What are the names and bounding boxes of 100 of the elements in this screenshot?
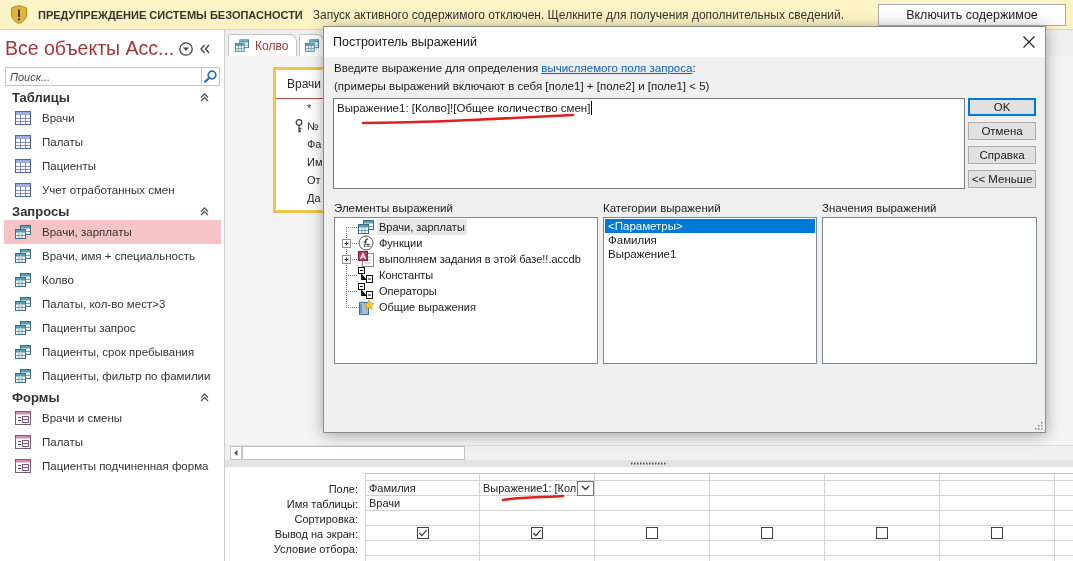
nav-item[interactable]: Пациенты bbox=[4, 154, 221, 178]
nav-item[interactable]: Врачи bbox=[4, 106, 221, 130]
tree-item[interactable]: Общие выражения bbox=[377, 299, 478, 315]
sort-input[interactable] bbox=[940, 511, 1055, 526]
criteria-input[interactable] bbox=[825, 541, 940, 556]
criteria-input[interactable] bbox=[710, 541, 825, 556]
categories-list[interactable]: <Параметры> Фамилия Выражение1 bbox=[603, 217, 817, 364]
collapse-pane-icon[interactable] bbox=[200, 43, 211, 54]
table-input[interactable] bbox=[480, 496, 595, 511]
nav-item[interactable]: Палаты, кол-во мест>3 bbox=[4, 292, 221, 316]
column-selector[interactable] bbox=[365, 473, 480, 481]
nav-item[interactable]: Учет отработанных смен bbox=[4, 178, 221, 202]
checkbox[interactable] bbox=[991, 527, 1003, 539]
dropdown-circle-icon[interactable] bbox=[179, 41, 194, 56]
nav-item[interactable]: Палаты bbox=[4, 430, 221, 454]
field-input[interactable] bbox=[710, 481, 825, 496]
search-icon[interactable] bbox=[201, 67, 220, 86]
checkbox[interactable] bbox=[876, 527, 888, 539]
nav-item[interactable]: Врачи, имя + специальность bbox=[4, 244, 221, 268]
field-name[interactable]: Да bbox=[307, 192, 321, 204]
field-input[interactable] bbox=[825, 481, 940, 496]
plus-box-icon[interactable] bbox=[342, 254, 351, 264]
tree-item[interactable]: выполняем задания в этой базе!!.accdb bbox=[377, 251, 583, 267]
search-field[interactable]: Поиск... bbox=[5, 67, 201, 86]
scrollbar-thumb[interactable] bbox=[242, 446, 465, 460]
criteria-input[interactable] bbox=[480, 541, 595, 556]
collapse-group-icon[interactable] bbox=[200, 392, 209, 402]
group-header[interactable]: Запросы bbox=[12, 203, 70, 219]
sort-input[interactable] bbox=[825, 511, 940, 526]
field-input[interactable] bbox=[595, 481, 710, 496]
splitter-grip-icon[interactable] bbox=[631, 462, 667, 465]
table-input[interactable]: Врачи bbox=[365, 496, 480, 511]
sort-input[interactable] bbox=[595, 511, 710, 526]
category-item[interactable]: Выражение1 bbox=[605, 247, 815, 261]
tree-item[interactable]: Операторы bbox=[377, 283, 439, 299]
checkbox[interactable] bbox=[531, 527, 543, 539]
form-icon bbox=[15, 459, 31, 473]
table-input[interactable] bbox=[595, 496, 710, 511]
field-input[interactable] bbox=[940, 481, 1055, 496]
document-tab[interactable]: Колво bbox=[228, 34, 298, 56]
criteria-input[interactable] bbox=[365, 541, 480, 556]
checkbox[interactable] bbox=[416, 527, 429, 539]
dialog-button[interactable]: Справка bbox=[968, 146, 1036, 164]
dialog-button[interactable]: OK bbox=[968, 98, 1036, 116]
nav-item[interactable]: Палаты bbox=[4, 130, 221, 154]
nav-item[interactable]: Пациенты запрос bbox=[4, 316, 221, 340]
query-icon bbox=[15, 249, 31, 263]
category-item[interactable]: <Параметры> bbox=[605, 219, 815, 233]
criteria-input[interactable] bbox=[940, 541, 1055, 556]
warning-message[interactable]: Запуск активного содержимого отключен. Щелкните для получения дополнительных сведений. bbox=[312, 7, 844, 22]
tree-item[interactable]: Константы bbox=[377, 267, 436, 283]
table-input[interactable] bbox=[825, 496, 940, 511]
tree-item[interactable]: Функции bbox=[377, 235, 425, 251]
table-input[interactable] bbox=[710, 496, 825, 511]
plus-box-icon[interactable] bbox=[342, 238, 351, 248]
checkbox[interactable] bbox=[761, 527, 773, 539]
nav-item[interactable]: Колво bbox=[4, 268, 221, 292]
column-selector[interactable] bbox=[710, 473, 825, 481]
resize-grip-icon[interactable] bbox=[1034, 421, 1043, 430]
field-name[interactable]: * bbox=[307, 102, 312, 114]
collapse-group-icon[interactable] bbox=[200, 92, 209, 102]
navigation-pane-title[interactable]: Все объекты Асс... bbox=[5, 37, 175, 60]
nav-item[interactable]: Пациенты, фильтр по фамилии bbox=[4, 364, 221, 388]
group-header[interactable]: Формы bbox=[12, 389, 60, 405]
criteria-input[interactable] bbox=[595, 541, 710, 556]
expression-input[interactable]: Выражение1: [Колво]![Общее количество смен] bbox=[333, 98, 966, 189]
close-icon[interactable] bbox=[1023, 36, 1035, 48]
horizontal-scrollbar[interactable] bbox=[225, 445, 1073, 460]
column-selector[interactable] bbox=[825, 473, 940, 481]
enable-content-button[interactable]: Включить содержимое bbox=[878, 3, 1066, 26]
query-icon bbox=[305, 39, 320, 52]
checkbox[interactable] bbox=[646, 527, 658, 539]
field-name[interactable]: Им bbox=[307, 156, 323, 168]
nav-item[interactable]: Врачи, зарплаты bbox=[4, 220, 221, 244]
elements-tree[interactable]: Врачи, зарплаты Функции выполняем задания в этой базе!!.accdb Константы Операторы Общие выражения bbox=[334, 217, 598, 364]
nav-item[interactable]: Пациенты подчиненная форма bbox=[4, 454, 221, 478]
column-selector[interactable] bbox=[940, 473, 1055, 481]
panel-label: Значения выражений bbox=[822, 201, 937, 216]
document-tab[interactable] bbox=[299, 34, 325, 56]
category-item[interactable]: Фамилия bbox=[605, 233, 815, 247]
field-name[interactable]: Фа bbox=[307, 138, 322, 150]
sort-input[interactable] bbox=[365, 511, 480, 526]
nav-item[interactable]: Врачи и смены bbox=[4, 406, 221, 430]
scroll-left-icon[interactable] bbox=[230, 446, 242, 460]
examples-text: (примеры выражений включают в себя [поле1] + [поле2] и [поле1] < 5) bbox=[333, 79, 710, 94]
field-input[interactable]: Выражение1: [Кол bbox=[480, 481, 595, 496]
collapse-group-icon[interactable] bbox=[200, 206, 209, 216]
table-input[interactable] bbox=[940, 496, 1055, 511]
sort-input[interactable] bbox=[710, 511, 825, 526]
field-input[interactable]: Фамилия bbox=[365, 481, 480, 496]
group-header[interactable]: Таблицы bbox=[12, 89, 70, 105]
query-icon bbox=[15, 345, 31, 359]
field-name[interactable]: От bbox=[307, 174, 321, 186]
dialog-button[interactable]: Отмена bbox=[968, 122, 1036, 140]
field-name[interactable]: № bbox=[307, 120, 319, 132]
sort-input[interactable] bbox=[480, 511, 595, 526]
values-list[interactable] bbox=[822, 217, 1037, 364]
tree-item[interactable]: Врачи, зарплаты bbox=[377, 219, 467, 235]
nav-item[interactable]: Пациенты, срок пребывания bbox=[4, 340, 221, 364]
dialog-button[interactable]: << Меньше bbox=[968, 170, 1036, 188]
